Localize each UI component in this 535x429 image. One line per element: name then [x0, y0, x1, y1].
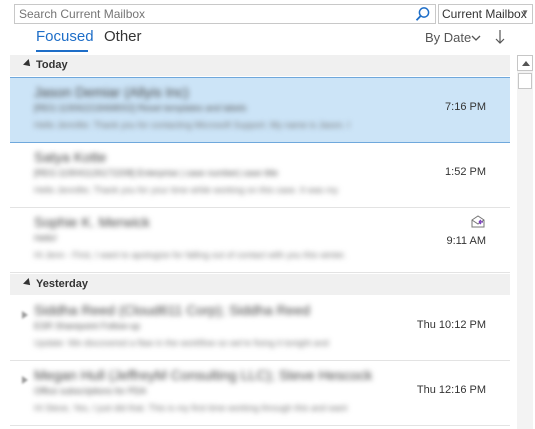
message-time: Thu 10:12 PM [416, 319, 486, 331]
message-time: 7:16 PM [445, 101, 486, 113]
message-subject: ESR Sharepoint Follow-up [34, 321, 141, 331]
message-sender: Jason Demiar (Allyis Inc) [34, 84, 189, 100]
message-list: Today Jason Demiar (Allyis Inc) [REG:119… [10, 55, 510, 429]
message-sender: Sophie K. Merwick [34, 214, 150, 230]
message-sender: Megan Hull (JeffreyM Consulting LLC); St… [34, 367, 373, 383]
group-label: Today [36, 59, 68, 71]
message-preview: Hi Steve, Yes, I just did that. This is … [34, 403, 348, 413]
scroll-up-button[interactable] [517, 55, 533, 71]
message-item[interactable]: Siddha Reed (Cloud611 Corp); Siddha Reed… [10, 296, 510, 361]
group-header-yesterday[interactable]: Yesterday [10, 274, 510, 295]
active-tab-indicator [36, 50, 88, 52]
message-sender: Satya Kotte [34, 149, 107, 165]
sort-by-button[interactable]: By Date [425, 30, 471, 45]
message-time: Thu 12:16 PM [416, 384, 486, 396]
message-sender: Siddha Reed (Cloud611 Corp); Siddha Reed [34, 302, 311, 318]
collapse-triangle-icon[interactable] [23, 59, 33, 69]
message-subject: Office subscriptions for PDA [34, 386, 147, 396]
tab-focused[interactable]: Focused [36, 28, 94, 45]
thread-expand-icon[interactable] [22, 306, 28, 319]
message-item[interactable]: Jason Demiar (Allyis Inc) [REG:119062218… [10, 77, 510, 143]
group-label: Yesterday [36, 278, 88, 290]
message-subject: Hello! [34, 233, 58, 243]
search-icon[interactable] [413, 5, 433, 23]
message-preview: Update: We discovered a flaw in the work… [34, 338, 329, 348]
search-scope-dropdown[interactable]: Current Mailbox ▼ [438, 4, 533, 24]
vertical-scrollbar[interactable] [517, 55, 533, 429]
message-time: 9:11 AM [446, 235, 486, 247]
arrow-down-icon[interactable] [494, 29, 506, 45]
replied-envelope-icon [470, 214, 486, 228]
search-scope-label: Current Mailbox [442, 7, 527, 21]
chevron-down-icon: ▼ [521, 8, 529, 17]
message-preview: Hello Jennifer. Thank you for contacting… [34, 120, 350, 130]
message-preview: Hello Jennifer, Thank you for your time … [34, 185, 338, 195]
search-box[interactable] [14, 4, 436, 24]
message-item[interactable]: Satya Kotte [REG:119041126172208] Enterp… [10, 143, 510, 208]
chevron-down-icon[interactable] [470, 31, 482, 43]
group-header-today[interactable]: Today [10, 55, 510, 76]
search-input[interactable] [19, 6, 409, 22]
collapse-triangle-icon[interactable] [23, 278, 33, 288]
message-time: 1:52 PM [445, 166, 486, 178]
search-bar: Current Mailbox ▼ [14, 4, 533, 24]
message-item[interactable]: Sophie K. Merwick Hello! Hi Jenn - First… [10, 208, 510, 273]
message-item[interactable]: Megan Hull (JeffreyM Consulting LLC); St… [10, 361, 510, 426]
message-preview: Hi Jenn - First, I want to apologize for… [34, 250, 347, 260]
message-subject: [REG:119041126172208] Enterprise | case … [34, 168, 278, 178]
message-subject: [REG:119062218468002] Reset templates an… [34, 103, 247, 113]
arrow-up-icon [522, 61, 530, 66]
scrollbar-thumb[interactable] [518, 73, 532, 89]
thread-expand-icon[interactable] [22, 371, 28, 384]
tab-other[interactable]: Other [104, 28, 142, 45]
